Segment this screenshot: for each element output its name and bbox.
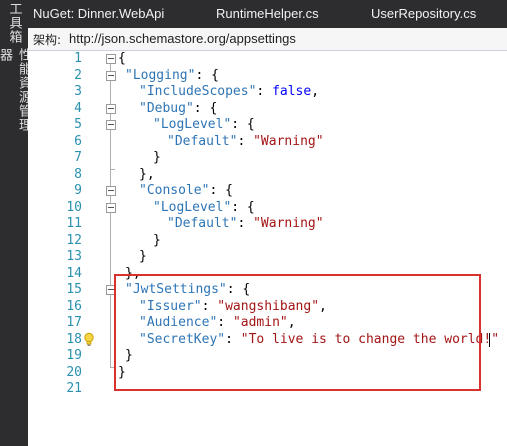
document-tab-bar: NuGet: Dinner.WebApi RuntimeHelper.cs Us… bbox=[28, 0, 507, 28]
line-number: 21 bbox=[66, 381, 82, 396]
line-number: 5 bbox=[74, 117, 82, 132]
line-number: 1 bbox=[74, 51, 82, 66]
code-text: }, bbox=[139, 166, 155, 182]
line-number: 10 bbox=[66, 199, 82, 215]
code-text: "LogLevel": { bbox=[153, 117, 255, 132]
line-number: 9 bbox=[74, 183, 82, 198]
collapse-toggle-icon[interactable] bbox=[106, 120, 116, 130]
line-number: 6 bbox=[74, 133, 82, 149]
code-text: "Default": "Warning" bbox=[167, 216, 324, 231]
collapse-toggle-icon[interactable] bbox=[106, 186, 116, 196]
line-number: 15 bbox=[66, 282, 82, 297]
code-line-8: 8 }, bbox=[28, 167, 507, 183]
line-number: 3 bbox=[74, 84, 82, 99]
toolbox-tab[interactable]: 工具箱 bbox=[0, 2, 28, 44]
line-number: 7 bbox=[74, 150, 82, 165]
code-line-5: 5 "LogLevel": { bbox=[28, 117, 507, 133]
tab-userrepository[interactable]: UserRepository.cs bbox=[371, 6, 476, 21]
code-editor[interactable]: 1 { 2 "Logging": { 3 "IncludeScopes": fa… bbox=[28, 51, 507, 446]
code-text: } bbox=[139, 249, 147, 264]
code-line-2: 2 "Logging": { bbox=[28, 68, 507, 84]
line-number: 11 bbox=[66, 216, 82, 231]
line-number: 20 bbox=[66, 364, 82, 380]
line-number: 2 bbox=[74, 67, 82, 83]
code-line-1: 1 { bbox=[28, 51, 507, 67]
line-number: 17 bbox=[66, 315, 82, 330]
schema-bar: 架构: http://json.schemastore.org/appsetti… bbox=[28, 28, 507, 51]
code-text: { bbox=[118, 51, 126, 66]
code-line-3: 3 "IncludeScopes": false, bbox=[28, 84, 507, 100]
code-text: } bbox=[153, 150, 161, 165]
lightbulb-icon[interactable] bbox=[83, 332, 95, 348]
code-line-4: 4 "Debug": { bbox=[28, 101, 507, 117]
code-line-9: 9 "Console": { bbox=[28, 183, 507, 199]
code-line-13: 13 } bbox=[28, 249, 507, 265]
collapse-toggle-icon[interactable] bbox=[106, 103, 116, 114]
code-text: "Logging": { bbox=[125, 67, 219, 83]
side-tool-strip: 工具箱 性能資源管理器 bbox=[0, 0, 31, 446]
line-number: 19 bbox=[66, 348, 82, 363]
code-text: "Default": "Warning" bbox=[167, 133, 324, 149]
schema-label: 架构: bbox=[33, 33, 62, 47]
schema-url-field[interactable]: http://json.schemastore.org/appsettings bbox=[69, 31, 296, 46]
code-line-11: 11 "Default": "Warning" bbox=[28, 216, 507, 232]
line-number: 4 bbox=[74, 100, 82, 116]
line-number: 8 bbox=[74, 166, 82, 182]
line-number: 12 bbox=[66, 232, 82, 248]
line-number: 18 bbox=[66, 331, 82, 347]
code-text: "Console": { bbox=[139, 183, 233, 198]
code-line-6: 6 "Default": "Warning" bbox=[28, 134, 507, 150]
tab-runtimehelper[interactable]: RuntimeHelper.cs bbox=[216, 6, 319, 21]
code-text: } bbox=[153, 232, 161, 248]
line-number: 14 bbox=[66, 265, 82, 281]
code-text: "Debug": { bbox=[139, 100, 218, 116]
collapse-toggle-icon[interactable] bbox=[106, 54, 116, 64]
text-caret bbox=[489, 333, 490, 347]
line-number: 16 bbox=[66, 298, 82, 314]
line-number: 13 bbox=[66, 249, 82, 264]
tab-nuget[interactable]: NuGet: Dinner.WebApi bbox=[33, 6, 164, 21]
collapse-toggle-icon[interactable] bbox=[106, 202, 116, 213]
performance-explorer-tab[interactable]: 性能資源管理器 bbox=[0, 48, 31, 142]
code-line-12: 12 } bbox=[28, 233, 507, 249]
code-line-7: 7 } bbox=[28, 150, 507, 166]
code-line-10: 10 "LogLevel": { bbox=[28, 200, 507, 216]
code-text: "LogLevel": { bbox=[153, 199, 255, 215]
highlight-box bbox=[114, 274, 481, 391]
collapse-toggle-icon[interactable] bbox=[106, 70, 116, 81]
code-text: "IncludeScopes": false, bbox=[139, 84, 320, 99]
